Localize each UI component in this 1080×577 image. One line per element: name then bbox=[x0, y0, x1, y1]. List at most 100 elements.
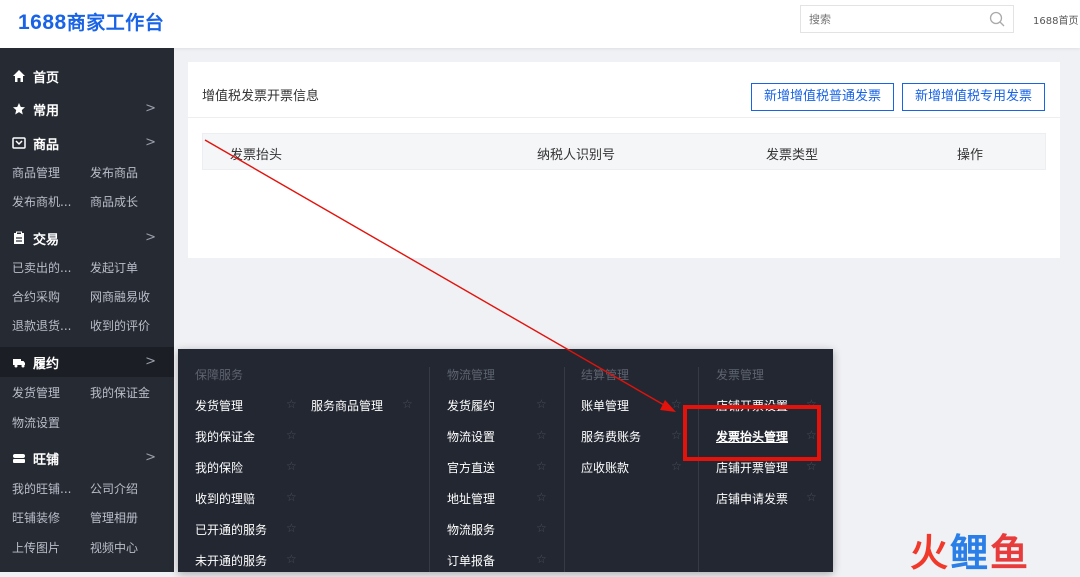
watermark-char: 火 bbox=[910, 531, 951, 575]
menu-item[interactable]: 服务费账务 bbox=[581, 428, 641, 445]
goods-icon bbox=[12, 137, 26, 149]
sidebar-item-goods[interactable]: 商品 > bbox=[0, 128, 174, 158]
star-icon[interactable]: ☆ bbox=[286, 428, 297, 442]
sidebar-sub-item[interactable]: 发布商品 bbox=[90, 164, 138, 181]
star-icon[interactable]: ☆ bbox=[286, 397, 297, 411]
star-icon[interactable]: ☆ bbox=[536, 490, 547, 504]
sidebar-sub-item[interactable]: 已卖出的... bbox=[12, 259, 71, 276]
menu-item[interactable]: 发货履约 bbox=[447, 397, 495, 414]
sidebar-sub-item[interactable]: 合约采购 bbox=[12, 288, 60, 305]
home-link[interactable]: 1688首页 bbox=[1033, 12, 1078, 27]
star-icon[interactable]: ☆ bbox=[671, 459, 682, 473]
menu-group-header: 结算管理 bbox=[581, 368, 630, 382]
menu-item[interactable]: 收到的理赔 bbox=[195, 490, 255, 507]
star-icon[interactable]: ☆ bbox=[671, 397, 682, 411]
column-header: 纳税人识别号 bbox=[537, 148, 616, 163]
star-icon[interactable]: ☆ bbox=[286, 552, 297, 566]
chevron-right-icon: > bbox=[145, 230, 156, 245]
chevron-right-icon: > bbox=[145, 450, 156, 465]
sidebar-sub-item[interactable]: 商品管理 bbox=[12, 164, 60, 181]
menu-item[interactable]: 服务商品管理 bbox=[311, 397, 383, 414]
star-icon[interactable]: ☆ bbox=[671, 428, 682, 442]
sidebar-sub-item[interactable]: 上传图片 bbox=[12, 539, 60, 556]
menu-item[interactable]: 发货管理 bbox=[195, 397, 243, 414]
menu-item[interactable]: 我的保证金 bbox=[195, 428, 255, 445]
sidebar-item-common[interactable]: 常用 > bbox=[0, 94, 174, 124]
table-header: 发票抬头 纳税人识别号 发票类型 操作 bbox=[202, 133, 1046, 170]
top-header: 1688商家工作台 1688首页 bbox=[0, 0, 1080, 48]
menu-item[interactable]: 地址管理 bbox=[447, 490, 495, 507]
sidebar-label-home: 首页 bbox=[33, 70, 60, 86]
menu-item[interactable]: 物流设置 bbox=[447, 428, 495, 445]
sidebar-sub-item[interactable]: 收到的评价 bbox=[90, 317, 150, 334]
star-icon[interactable]: ☆ bbox=[806, 459, 817, 473]
menu-item[interactable]: 订单报备 bbox=[447, 552, 495, 569]
menu-group-header: 保障服务 bbox=[195, 368, 244, 382]
sidebar-sub-item[interactable]: 我的旺铺... bbox=[12, 480, 71, 497]
logo[interactable]: 1688商家工作台 bbox=[18, 8, 164, 35]
clipboard-icon bbox=[14, 231, 24, 244]
chevron-right-icon: > bbox=[145, 354, 156, 369]
sidebar-item-shop[interactable]: 旺铺 > bbox=[0, 443, 174, 473]
sidebar-sub-item[interactable]: 视频中心 bbox=[90, 539, 138, 556]
shop-icon bbox=[13, 454, 25, 463]
sidebar-sub-item[interactable]: 发布商机... bbox=[12, 193, 71, 210]
sidebar-item-trade[interactable]: 交易 > bbox=[0, 223, 174, 253]
star-icon[interactable]: ☆ bbox=[536, 552, 547, 566]
menu-item[interactable]: 未开通的服务 bbox=[195, 552, 267, 569]
sidebar-label-common: 常用 bbox=[33, 103, 60, 119]
star-icon[interactable]: ☆ bbox=[806, 490, 817, 504]
star-icon[interactable]: ☆ bbox=[286, 521, 297, 535]
watermark-char: 鲤 bbox=[950, 531, 991, 575]
sidebar-label-fulfill: 履约 bbox=[33, 356, 60, 372]
sidebar-sub-item[interactable]: 退款退货... bbox=[12, 317, 71, 334]
annotation-highlight-box bbox=[683, 405, 821, 461]
sidebar-sub-item[interactable]: 物流设置 bbox=[12, 414, 60, 431]
sidebar-sub-item[interactable]: 商品成长 bbox=[90, 193, 138, 210]
sidebar-sub-item[interactable]: 管理相册 bbox=[90, 509, 138, 526]
menu-group-header: 物流管理 bbox=[447, 368, 496, 382]
sidebar-sub-item[interactable]: 发货管理 bbox=[12, 384, 60, 401]
search-icon[interactable] bbox=[989, 11, 1005, 27]
column-header: 发票抬头 bbox=[230, 148, 283, 163]
column-divider bbox=[429, 367, 430, 572]
search-input[interactable] bbox=[801, 6, 971, 32]
sidebar-sub-item[interactable]: 旺铺装修 bbox=[12, 509, 60, 526]
menu-item[interactable]: 已开通的服务 bbox=[195, 521, 267, 538]
star-icon[interactable]: ☆ bbox=[536, 428, 547, 442]
sidebar-sub-item[interactable]: 我的保证金 bbox=[90, 384, 150, 401]
sidebar-sub-item[interactable]: 发起订单 bbox=[90, 259, 138, 276]
home-icon bbox=[13, 70, 25, 82]
sidebar-item-fulfill[interactable]: 履约 > bbox=[0, 347, 174, 377]
menu-item[interactable]: 物流服务 bbox=[447, 521, 495, 538]
page-title: 增值税发票开票信息 bbox=[202, 89, 320, 104]
logo-number: 1688 bbox=[18, 11, 67, 34]
menu-item[interactable]: 我的保险 bbox=[195, 459, 243, 476]
menu-item[interactable]: 店铺申请发票 bbox=[716, 490, 788, 507]
sidebar-item-home[interactable]: 首页 bbox=[0, 61, 174, 91]
sidebar: 首页 常用 > 商品 > 商品管理 发布商品 发布商机... 商品成长 交易 >… bbox=[0, 48, 174, 572]
star-icon[interactable]: ☆ bbox=[536, 521, 547, 535]
star-icon[interactable]: ☆ bbox=[286, 459, 297, 473]
column-header: 操作 bbox=[957, 148, 984, 163]
star-icon[interactable]: ☆ bbox=[536, 459, 547, 473]
star-icon[interactable]: ☆ bbox=[286, 490, 297, 504]
star-icon[interactable]: ☆ bbox=[536, 397, 547, 411]
search-box bbox=[800, 5, 1014, 33]
star-icon bbox=[13, 103, 25, 115]
sidebar-sub-item[interactable]: 公司介绍 bbox=[90, 480, 138, 497]
star-icon[interactable]: ☆ bbox=[402, 397, 413, 411]
menu-item[interactable]: 账单管理 bbox=[581, 397, 629, 414]
chevron-right-icon: > bbox=[145, 135, 156, 150]
divider bbox=[188, 117, 1060, 118]
chevron-right-icon: > bbox=[145, 101, 156, 116]
menu-item[interactable]: 应收账款 bbox=[581, 459, 629, 476]
menu-item[interactable]: 店铺开票管理 bbox=[716, 459, 788, 476]
sidebar-sub-item[interactable]: 网商融易收 bbox=[90, 288, 150, 305]
add-normal-invoice-button[interactable]: 新增增值税普通发票 bbox=[751, 83, 895, 111]
sidebar-label-shop: 旺铺 bbox=[33, 452, 60, 468]
watermark-char: 鱼 bbox=[990, 531, 1031, 575]
column-divider bbox=[698, 367, 699, 572]
menu-item[interactable]: 官方直送 bbox=[447, 459, 495, 476]
add-special-invoice-button[interactable]: 新增增值税专用发票 bbox=[902, 83, 1046, 111]
